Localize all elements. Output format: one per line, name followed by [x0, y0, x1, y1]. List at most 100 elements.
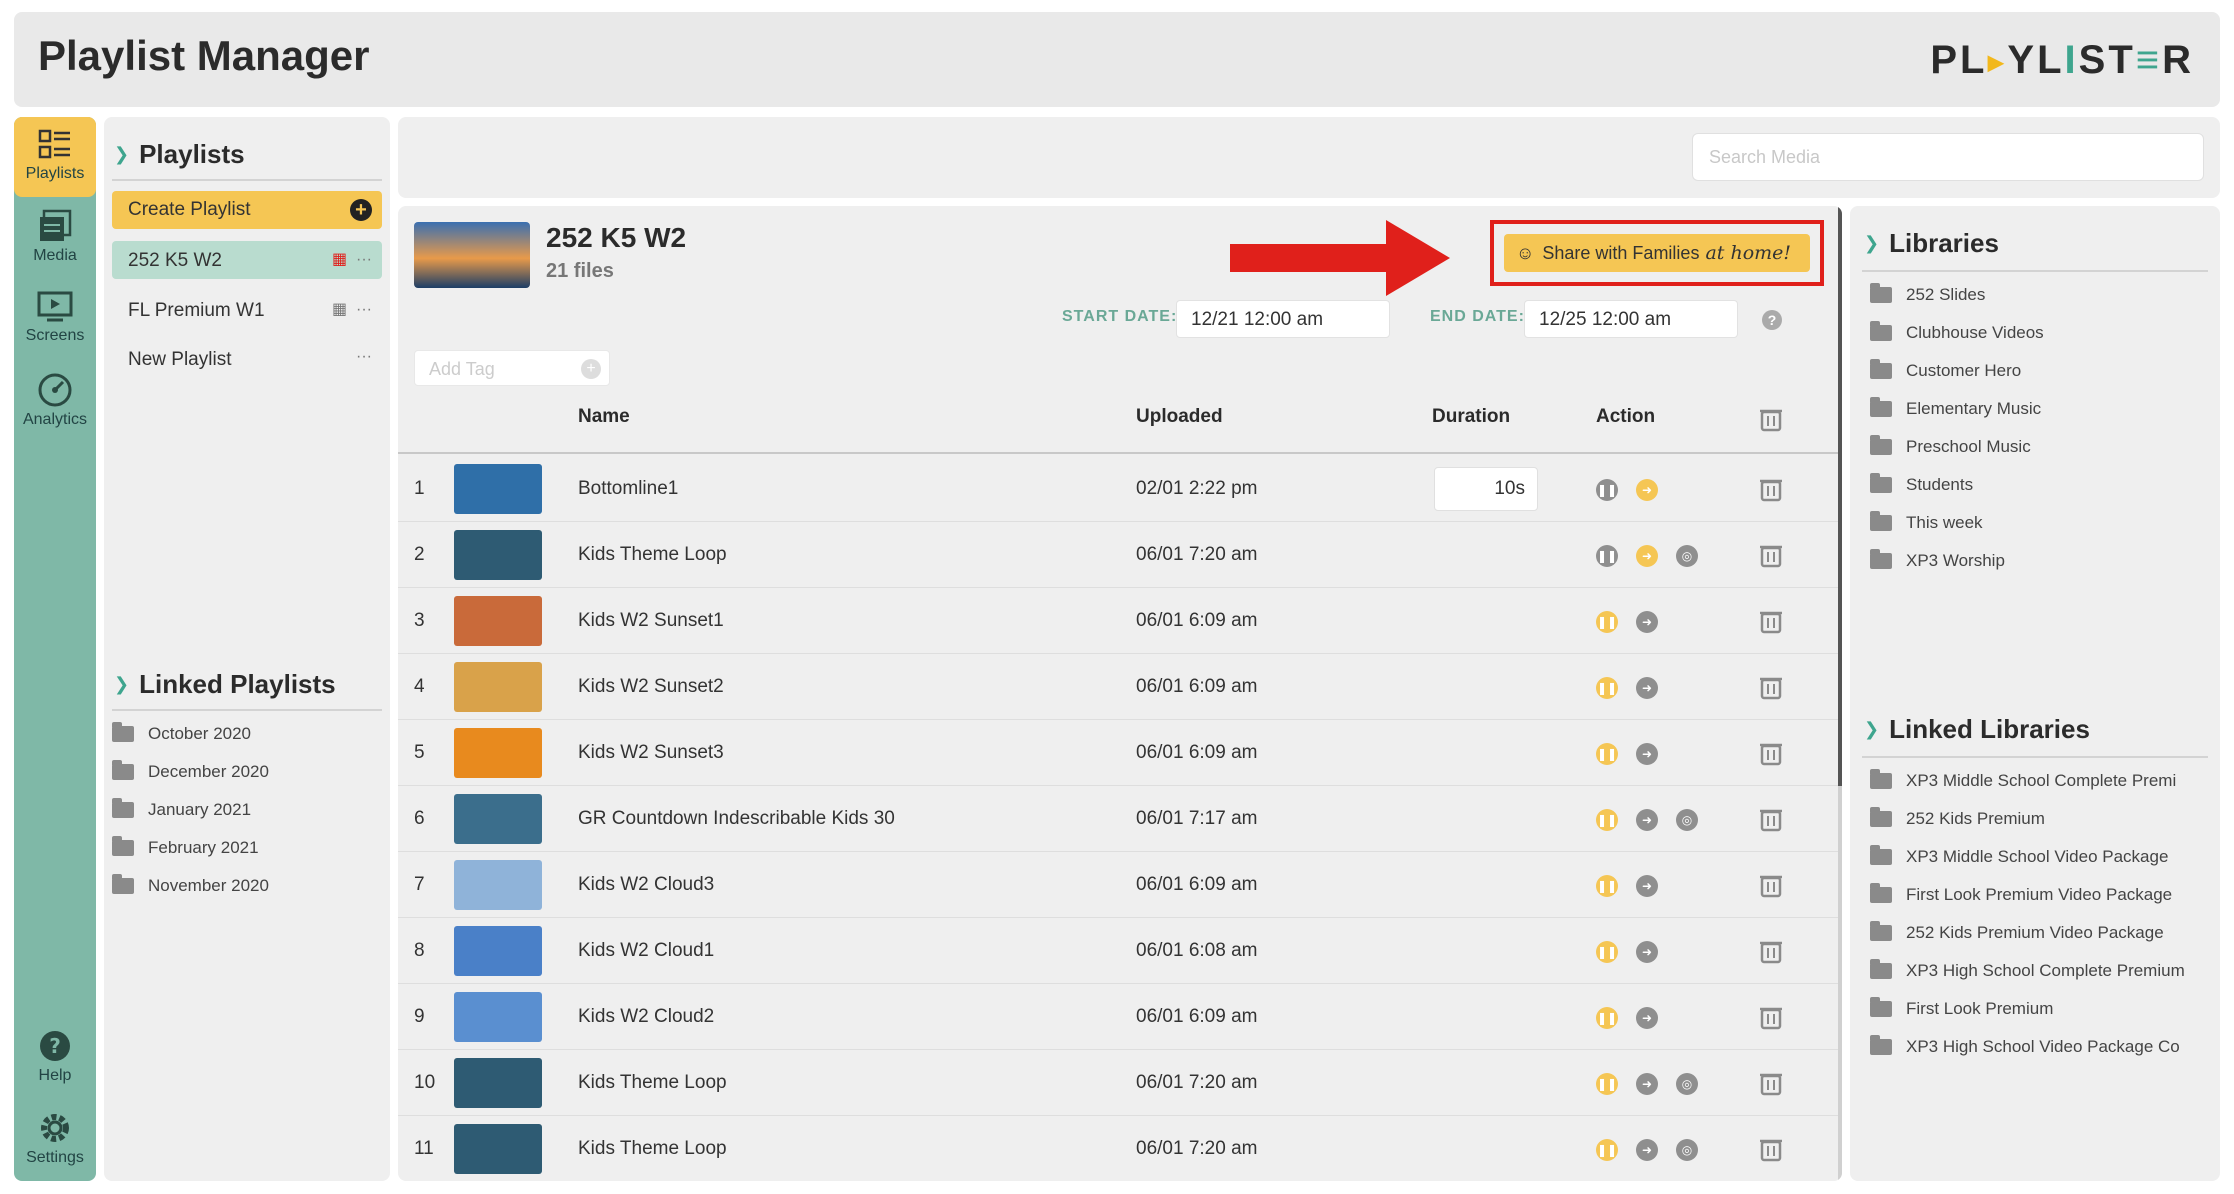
nav-help[interactable]: ? Help [14, 1017, 96, 1099]
table-row[interactable]: 9 Kids W2 Cloud2 06/01 6:09 am ❚❚ ➜ [398, 984, 1838, 1050]
broadcast-icon[interactable]: ◎ [1676, 1139, 1698, 1161]
more-icon[interactable]: ··· [356, 348, 372, 365]
table-row[interactable]: 5 Kids W2 Sunset3 06/01 6:09 am ❚❚ ➜ [398, 720, 1838, 786]
linked-library-item[interactable]: XP3 High School Complete Premium [1870, 952, 2185, 990]
linked-libraries-heading[interactable]: ❯ Linked Libraries [1864, 714, 2090, 745]
arrow-right-icon[interactable]: ➜ [1636, 1139, 1658, 1161]
linked-playlists-heading[interactable]: ❯ Linked Playlists [114, 669, 336, 700]
trash-icon[interactable] [1758, 608, 1784, 634]
trash-icon[interactable] [1758, 1070, 1784, 1096]
linked-library-item[interactable]: XP3 Middle School Video Package [1870, 838, 2185, 876]
pause-icon[interactable]: ❚❚ [1596, 1073, 1618, 1095]
library-item[interactable]: Clubhouse Videos [1870, 314, 2044, 352]
linked-playlist-item[interactable]: November 2020 [112, 867, 269, 905]
playlists-heading[interactable]: ❯ Playlists [114, 139, 245, 170]
column-header-uploaded[interactable]: Uploaded [1136, 406, 1223, 428]
pause-icon[interactable]: ❚❚ [1596, 743, 1618, 765]
table-row[interactable]: 6 GR Countdown Indescribable Kids 30 06/01… [398, 786, 1838, 852]
library-item[interactable]: Customer Hero [1870, 352, 2044, 390]
pause-icon[interactable]: ❚❚ [1596, 809, 1618, 831]
linked-playlist-item[interactable]: February 2021 [112, 829, 269, 867]
playlist-item[interactable]: New Playlist ··· [112, 340, 382, 378]
broadcast-icon[interactable]: ◎ [1676, 1073, 1698, 1095]
arrow-right-icon[interactable]: ➜ [1636, 611, 1658, 633]
arrow-right-icon[interactable]: ➜ [1636, 545, 1658, 567]
table-row[interactable]: 2 Kids Theme Loop 06/01 7:20 am ❚❚ ➜ ◎ [398, 522, 1838, 588]
library-item[interactable]: Elementary Music [1870, 390, 2044, 428]
column-header-action[interactable]: Action [1596, 406, 1655, 428]
add-tag-input[interactable]: Add Tag + [414, 350, 610, 386]
library-item[interactable]: Preschool Music [1870, 428, 2044, 466]
duration-input[interactable]: 10s [1434, 467, 1538, 511]
library-item[interactable]: Students [1870, 466, 2044, 504]
table-row[interactable]: 8 Kids W2 Cloud1 06/01 6:08 am ❚❚ ➜ [398, 918, 1838, 984]
create-playlist-button[interactable]: Create Playlist + [112, 191, 382, 229]
playlist-item[interactable]: 252 K5 W2 ▦ ··· [112, 241, 382, 279]
library-item[interactable]: 252 Slides [1870, 276, 2044, 314]
linked-library-item[interactable]: XP3 Middle School Complete Premi [1870, 762, 2185, 800]
start-date-input[interactable]: 12/21 12:00 am [1176, 300, 1390, 338]
trash-icon[interactable] [1758, 806, 1784, 832]
arrow-right-icon[interactable]: ➜ [1636, 1007, 1658, 1029]
linked-playlist-item[interactable]: October 2020 [112, 715, 269, 753]
pause-icon[interactable]: ❚❚ [1596, 479, 1618, 501]
arrow-right-icon[interactable]: ➜ [1636, 941, 1658, 963]
pause-icon[interactable]: ❚❚ [1596, 611, 1618, 633]
linked-library-item[interactable]: 252 Kids Premium Video Package [1870, 914, 2185, 952]
linked-library-item[interactable]: 252 Kids Premium [1870, 800, 2185, 838]
arrow-right-icon[interactable]: ➜ [1636, 677, 1658, 699]
arrow-right-icon[interactable]: ➜ [1636, 875, 1658, 897]
trash-icon[interactable] [1758, 740, 1784, 766]
nav-playlists[interactable]: Playlists [14, 117, 96, 197]
pause-icon[interactable]: ❚❚ [1596, 875, 1618, 897]
libraries-heading[interactable]: ❯ Libraries [1864, 228, 1999, 259]
arrow-right-icon[interactable]: ➜ [1636, 743, 1658, 765]
broadcast-icon[interactable]: ◎ [1676, 545, 1698, 567]
column-header-duration[interactable]: Duration [1432, 406, 1510, 428]
trash-icon[interactable] [1758, 1136, 1784, 1162]
table-row[interactable]: 11 Kids Theme Loop 06/01 7:20 am ❚❚ ➜ ◎ [398, 1116, 1838, 1181]
help-icon[interactable]: ? [1762, 310, 1782, 330]
arrow-right-icon[interactable]: ➜ [1636, 809, 1658, 831]
end-date-input[interactable]: 12/25 12:00 am [1524, 300, 1738, 338]
nav-media[interactable]: Media [14, 197, 96, 279]
trash-icon[interactable] [1758, 1004, 1784, 1030]
trash-icon[interactable] [1758, 938, 1784, 964]
playlist-item[interactable]: FL Premium W1 ▦ ··· [112, 291, 382, 329]
scrollbar-thumb[interactable] [1838, 206, 1842, 786]
linked-library-item[interactable]: First Look Premium [1870, 990, 2185, 1028]
trash-icon[interactable] [1758, 476, 1784, 502]
library-item[interactable]: This week [1870, 504, 2044, 542]
table-row[interactable]: 4 Kids W2 Sunset2 06/01 6:09 am ❚❚ ➜ [398, 654, 1838, 720]
pause-icon[interactable]: ❚❚ [1596, 1007, 1618, 1029]
nav-screens[interactable]: Screens [14, 279, 96, 361]
column-header-name[interactable]: Name [578, 406, 630, 428]
search-input[interactable] [1692, 133, 2204, 181]
library-item[interactable]: XP3 Worship [1870, 542, 2044, 580]
share-with-families-button[interactable]: ☺ Share with Families at home! [1504, 234, 1810, 272]
linked-library-item[interactable]: XP3 High School Video Package Co [1870, 1028, 2185, 1066]
linked-playlist-item[interactable]: December 2020 [112, 753, 269, 791]
arrow-right-icon[interactable]: ➜ [1636, 1073, 1658, 1095]
table-row[interactable]: 7 Kids W2 Cloud3 06/01 6:09 am ❚❚ ➜ [398, 852, 1838, 918]
trash-icon[interactable] [1758, 542, 1784, 568]
table-row[interactable]: 10 Kids Theme Loop 06/01 7:20 am ❚❚ ➜ ◎ [398, 1050, 1838, 1116]
table-row[interactable]: 3 Kids W2 Sunset1 06/01 6:09 am ❚❚ ➜ [398, 588, 1838, 654]
pause-icon[interactable]: ❚❚ [1596, 941, 1618, 963]
more-icon[interactable]: ··· [356, 301, 372, 318]
arrow-right-icon[interactable]: ➜ [1636, 479, 1658, 501]
nav-analytics[interactable]: Analytics [14, 361, 96, 443]
add-tag-plus-icon[interactable]: + [581, 359, 601, 379]
broadcast-icon[interactable]: ◎ [1676, 809, 1698, 831]
linked-playlist-item[interactable]: January 2021 [112, 791, 269, 829]
pause-icon[interactable]: ❚❚ [1596, 677, 1618, 699]
trash-icon[interactable] [1758, 406, 1784, 432]
nav-settings[interactable]: Settings [14, 1099, 96, 1181]
pause-icon[interactable]: ❚❚ [1596, 1139, 1618, 1161]
more-icon[interactable]: ··· [356, 251, 372, 268]
pause-icon[interactable]: ❚❚ [1596, 545, 1618, 567]
table-row[interactable]: 1 Bottomline1 02/01 2:22 pm 10s ❚❚ ➜ [398, 456, 1838, 522]
trash-icon[interactable] [1758, 674, 1784, 700]
linked-library-item[interactable]: First Look Premium Video Package [1870, 876, 2185, 914]
trash-icon[interactable] [1758, 872, 1784, 898]
